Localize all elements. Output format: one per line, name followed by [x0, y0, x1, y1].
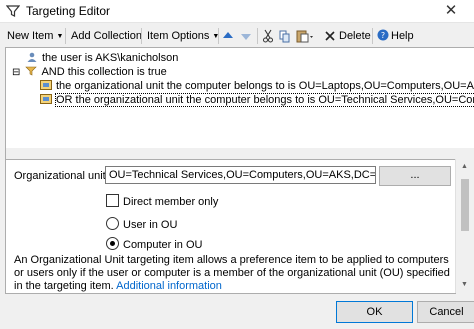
direct-member-checkbox[interactable]: Direct member only [106, 194, 218, 208]
direct-member-label: Direct member only [123, 196, 219, 208]
chevron-down-icon: ▼ [56, 33, 64, 40]
toolbar-separator [65, 28, 66, 44]
cancel-button[interactable]: Cancel [417, 301, 474, 323]
tree-item-label: the organizational unit the computer bel… [56, 80, 474, 92]
add-collection-button[interactable]: Add Collection [71, 28, 142, 44]
collection-icon [25, 66, 38, 76]
tree-horizontal-scrollbar[interactable] [5, 148, 474, 159]
paste-icon[interactable] [296, 28, 314, 44]
add-collection-label: Add Collection [71, 30, 142, 42]
additional-info-link[interactable]: Additional information [116, 280, 222, 292]
ou-field[interactable]: OU=Technical Services,OU=Computers,OU=AK… [105, 166, 376, 184]
ok-button[interactable]: OK [336, 301, 413, 323]
tree-item[interactable]: ⊟ AND this collection is true [12, 65, 167, 79]
scroll-thumb[interactable] [461, 179, 469, 231]
computer-in-ou-label: Computer in OU [123, 239, 203, 251]
panel-vertical-scrollbar[interactable]: ▲ ▼ [455, 159, 474, 293]
toolbar: New Item ▼ Add Collection Item Options ▼ D… [0, 26, 474, 46]
copy-icon[interactable] [279, 28, 291, 44]
help-label: Help [391, 30, 414, 42]
delete-button[interactable]: Delete [339, 28, 371, 44]
collapse-icon[interactable]: ⊟ [12, 67, 20, 78]
user-in-ou-radio[interactable]: User in OU [106, 217, 177, 231]
ou-label: Organizational unit [14, 170, 106, 182]
cut-icon[interactable] [262, 28, 274, 44]
tree-item-label: the user is AKS\kanicholson [42, 52, 179, 64]
tree-item[interactable]: the user is AKS\kanicholson [26, 51, 178, 65]
delete-icon[interactable] [324, 28, 336, 44]
radio-button-selected[interactable] [106, 237, 119, 250]
ou-icon [40, 80, 52, 90]
scroll-up-icon[interactable]: ▲ [461, 163, 468, 170]
close-button[interactable]: ✕ [428, 0, 474, 22]
item-options-button[interactable]: Item Options ▼ [147, 28, 219, 44]
tree-item[interactable]: OR the organizational unit the computer … [40, 93, 474, 107]
toolbar-separator [141, 28, 142, 44]
browse-button[interactable]: ... [379, 166, 451, 186]
user-in-ou-label: User in OU [123, 219, 178, 231]
tree-item-label: OR the organizational unit the computer … [54, 93, 474, 107]
toolbar-separator [372, 28, 373, 44]
toolbar-separator [257, 28, 258, 44]
svg-text:?: ? [381, 31, 385, 40]
radio-button[interactable] [106, 217, 119, 230]
scroll-down-icon[interactable]: ▼ [461, 281, 468, 288]
filter-icon [6, 5, 20, 17]
checkbox-box[interactable] [106, 194, 119, 207]
move-up-icon[interactable] [222, 28, 234, 44]
properties-panel: Organizational unit OU=Technical Service… [5, 159, 456, 294]
window-title: Targeting Editor [26, 4, 111, 18]
computer-in-ou-radio[interactable]: Computer in OU [106, 237, 202, 251]
tree-item-label: AND this collection is true [41, 66, 167, 78]
help-icon: ? [377, 29, 389, 41]
ou-icon [40, 94, 52, 104]
new-item-button[interactable]: New Item ▼ [7, 28, 63, 44]
title-bar: Targeting Editor ✕ [0, 0, 474, 23]
item-options-label: Item Options [147, 30, 210, 42]
tree-item[interactable]: the organizational unit the computer bel… [40, 79, 474, 93]
help-button[interactable]: ? Help [377, 28, 414, 44]
toolbar-separator [218, 28, 219, 44]
user-icon [27, 52, 37, 62]
description-text: An Organizational Unit targeting item al… [14, 254, 450, 293]
targeting-tree: the user is AKS\kanicholson ⊟ AND this c… [5, 47, 474, 150]
new-item-label: New Item [7, 30, 54, 42]
delete-label: Delete [339, 30, 371, 42]
move-down-icon[interactable] [240, 28, 252, 44]
description-body: An Organizational Unit targeting item al… [14, 254, 450, 292]
